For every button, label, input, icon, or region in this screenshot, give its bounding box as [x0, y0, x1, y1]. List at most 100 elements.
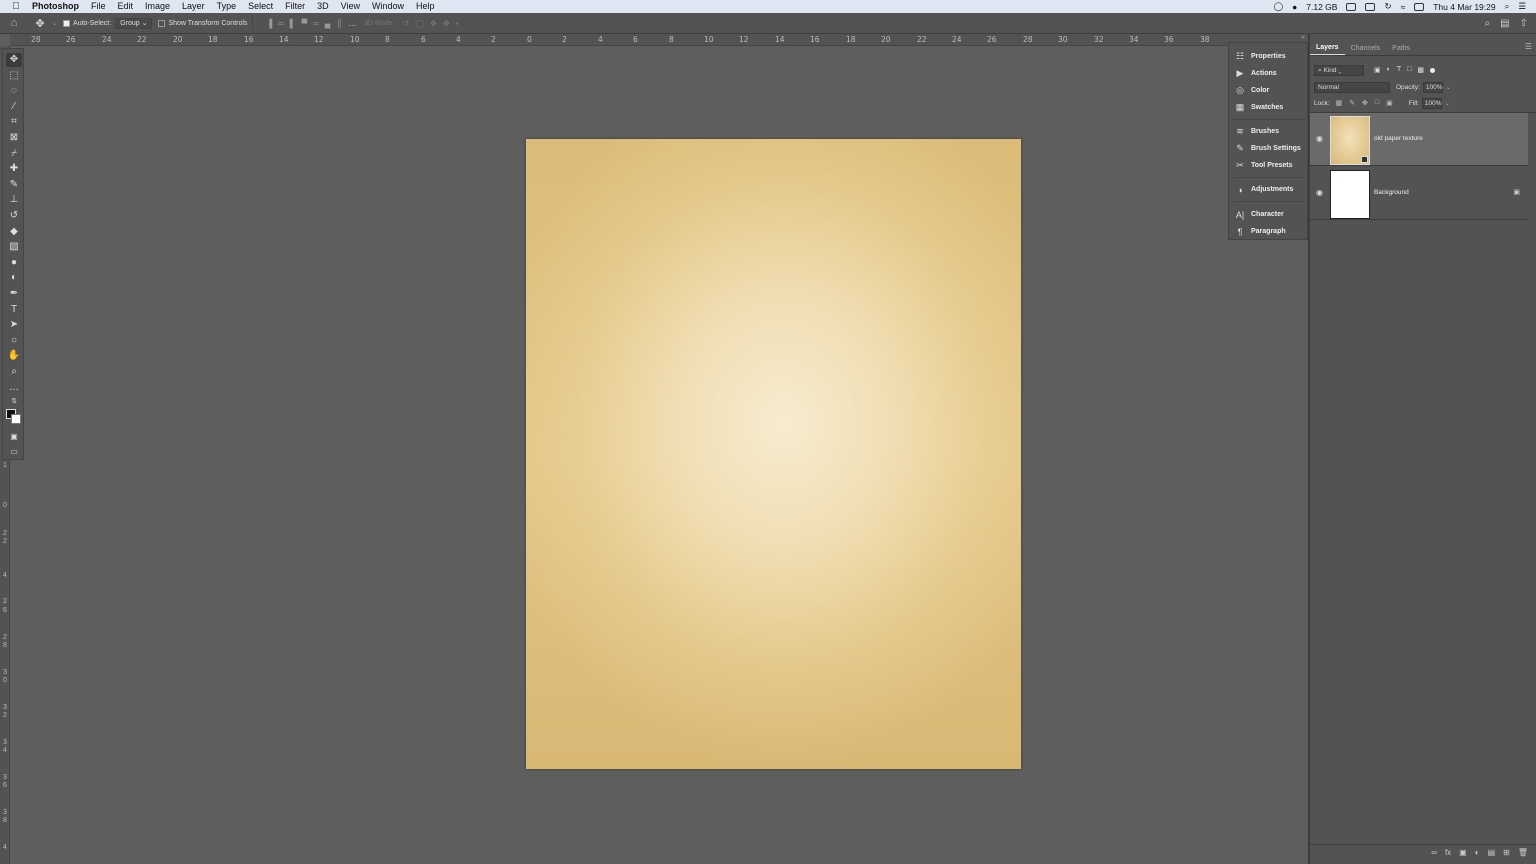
menu-layer[interactable]: Layer	[176, 0, 211, 13]
layer-name[interactable]: Background	[1374, 189, 1409, 196]
path-selection-tool[interactable]: ➤	[6, 318, 22, 332]
align-right-icon[interactable]: ▌	[290, 19, 296, 28]
new-layer-icon[interactable]: ⊞	[1503, 848, 1510, 857]
menu-edit[interactable]: Edit	[112, 0, 140, 13]
lasso-tool[interactable]: ◌	[6, 84, 22, 98]
3d-scale-icon[interactable]: ▪	[456, 19, 459, 28]
filter-toggle-icon[interactable]	[1430, 67, 1435, 73]
time-machine-icon[interactable]: ↻	[1384, 1, 1391, 12]
menu-view[interactable]: View	[335, 0, 366, 13]
dock-actions[interactable]: ▶ Actions	[1229, 65, 1309, 82]
move-tool[interactable]: ✥	[6, 53, 22, 67]
move-tool-preset-icon[interactable]: ✥	[28, 17, 52, 30]
microphone-icon[interactable]: ◯	[1274, 1, 1284, 12]
apple-menu-icon[interactable]: 	[0, 1, 32, 12]
menu-filter[interactable]: Filter	[279, 0, 311, 13]
menu-select[interactable]: Select	[242, 0, 279, 13]
workspace-icon[interactable]: ▤	[1500, 18, 1509, 29]
spotlight-icon[interactable]: ⌕	[1505, 1, 1510, 12]
type-tool[interactable]: T	[6, 303, 22, 317]
dock-brushes[interactable]: ≋ Brushes	[1229, 123, 1309, 140]
dock-color[interactable]: ◎ Color	[1229, 82, 1309, 99]
filter-smart-object-icon[interactable]: ▩	[1417, 66, 1424, 74]
menu-file[interactable]: File	[85, 0, 112, 13]
wifi-icon[interactable]: ≈	[1401, 2, 1406, 12]
crop-tool[interactable]: ⌗	[6, 115, 22, 129]
stamp-tool[interactable]: ⊥	[6, 193, 22, 207]
dock-properties[interactable]: ☷ Properties	[1229, 48, 1309, 65]
blend-mode-dropdown[interactable]: Normal	[1314, 81, 1390, 93]
filter-adjustment-icon[interactable]: ◐	[1387, 66, 1391, 74]
tab-layers[interactable]: Layers	[1310, 44, 1345, 55]
dock-character[interactable]: A| Character	[1229, 206, 1309, 223]
hand-tool[interactable]: ✋	[6, 349, 22, 363]
align-middle-icon[interactable]: ═	[313, 19, 319, 28]
dock-paragraph[interactable]: ¶ Paragraph	[1229, 223, 1309, 240]
adjustment-layer-icon[interactable]: ◐	[1475, 848, 1480, 857]
preset-chevron-icon[interactable]: ⌄	[52, 20, 57, 27]
visibility-eye-icon[interactable]: ◉	[1316, 188, 1323, 197]
eraser-tool[interactable]: ◆	[6, 225, 22, 239]
align-bottom-icon[interactable]: ▄	[325, 19, 331, 28]
visibility-eye-icon[interactable]: ◉	[1316, 134, 1323, 143]
zoom-tool[interactable]: ⌕	[6, 365, 22, 379]
marquee-tool[interactable]: ⬚	[6, 69, 22, 83]
fill-chevron-icon[interactable]: ⌄	[1445, 100, 1450, 107]
menu-3d[interactable]: 3D	[311, 0, 335, 13]
layer-row[interactable]: ◉ old paper texture	[1310, 113, 1528, 166]
document-canvas[interactable]	[526, 139, 1021, 769]
new-group-icon[interactable]: ▤	[1488, 848, 1496, 857]
filter-pixel-icon[interactable]: ▣	[1374, 66, 1381, 74]
layer-row[interactable]: ◉ Background ▣	[1310, 167, 1528, 220]
filter-kind-dropdown[interactable]: ⌕ Kind ⌄	[1314, 64, 1364, 76]
opacity-input[interactable]: 100%	[1422, 81, 1443, 93]
home-icon[interactable]: ⌂	[0, 17, 28, 29]
align-left-icon[interactable]: ▐	[266, 19, 272, 28]
ellipse-tool[interactable]: ○	[6, 334, 22, 348]
dock-tool-presets[interactable]: ✂ Tool Presets	[1229, 157, 1309, 174]
layer-name[interactable]: old paper texture	[1374, 135, 1423, 142]
dodge-tool[interactable]: ◐	[6, 271, 22, 285]
auto-select-checkbox[interactable]	[63, 19, 71, 27]
memory-icon[interactable]: ●	[1292, 2, 1297, 12]
opacity-chevron-icon[interactable]: ⌄	[1446, 84, 1451, 91]
horizontal-ruler[interactable]: 28 26 24 22 20 18 16 14 12 10 8 6 4 2 0 …	[10, 34, 1228, 46]
dock-swatches[interactable]: ▦ Swatches	[1229, 99, 1309, 116]
3d-slide-icon[interactable]: ✥	[443, 19, 450, 28]
lock-transparent-icon[interactable]: ▦	[1336, 99, 1343, 107]
tab-channels[interactable]: Channels	[1345, 45, 1387, 55]
add-mask-icon[interactable]: ▣	[1459, 848, 1467, 857]
panel-menu-icon[interactable]: ☰	[1525, 42, 1532, 51]
align-top-icon[interactable]: ▀	[301, 19, 307, 28]
eyedropper-tool[interactable]: ⌿	[6, 147, 22, 161]
background-color-swatch[interactable]	[11, 414, 21, 424]
search-icon[interactable]: ⌕	[1485, 18, 1491, 29]
frame-tool[interactable]: ⊠	[6, 131, 22, 145]
3d-rotate-icon[interactable]: ↺	[403, 19, 410, 28]
lock-all-icon[interactable]: ▣	[1386, 99, 1393, 107]
app-menu[interactable]: Photoshop	[32, 0, 85, 13]
menu-image[interactable]: Image	[139, 0, 176, 13]
3d-drag-icon[interactable]: ✥	[430, 19, 437, 28]
filter-shape-icon[interactable]: □	[1407, 66, 1411, 74]
brush-tool[interactable]: ✎	[6, 178, 22, 192]
align-center-icon[interactable]: ═	[278, 19, 284, 28]
dock-collapse-button[interactable]: «	[1228, 34, 1308, 42]
menu-type[interactable]: Type	[211, 0, 243, 13]
lock-artboard-icon[interactable]: □	[1375, 99, 1379, 107]
battery-icon[interactable]	[1346, 2, 1357, 11]
share-icon[interactable]: ⇧	[1520, 18, 1528, 29]
dock-adjustments[interactable]: ◑ Adjustments	[1229, 181, 1309, 198]
transform-controls-checkbox[interactable]	[158, 19, 166, 27]
filter-type-icon[interactable]: T	[1397, 66, 1401, 74]
magic-wand-tool[interactable]: ⁄	[6, 100, 22, 114]
gradient-tool[interactable]: ▧	[6, 240, 22, 254]
history-brush-tool[interactable]: ↺	[6, 209, 22, 223]
memory-status[interactable]: 7.12 GB	[1306, 2, 1337, 12]
blur-tool[interactable]: ●	[6, 256, 22, 270]
auto-select-dropdown[interactable]: Group ⌄	[115, 17, 153, 29]
more-align-icon[interactable]: …	[348, 19, 356, 28]
clock[interactable]: Thu 4 Mar 19:29	[1433, 2, 1495, 12]
pen-tool[interactable]: ✒	[6, 287, 22, 301]
distribute-icon[interactable]: ║	[336, 19, 342, 28]
